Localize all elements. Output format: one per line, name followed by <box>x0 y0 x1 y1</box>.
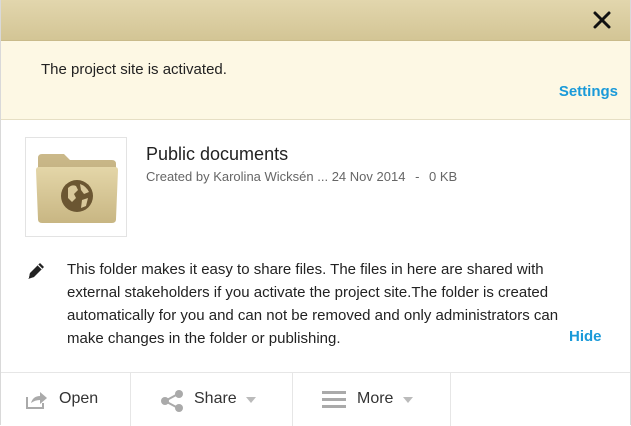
folder-globe-icon <box>36 154 118 223</box>
edit-description-button[interactable] <box>25 260 47 282</box>
more-label: More <box>357 390 394 407</box>
settings-link[interactable]: Settings <box>559 83 618 100</box>
folder-description: This folder makes it easy to share files… <box>67 261 559 347</box>
chevron-down-icon <box>403 397 413 403</box>
panel-header-bar <box>1 0 630 41</box>
menu-lines-icon <box>322 391 346 408</box>
open-button[interactable]: Open <box>1 373 131 426</box>
open-label: Open <box>59 390 99 407</box>
notice-message: The project site is activated. <box>41 61 227 78</box>
activation-notice: The project site is activated. Settings <box>1 41 630 120</box>
chevron-down-icon <box>246 397 256 403</box>
share-icon <box>161 390 183 412</box>
folder-thumbnail <box>25 137 127 237</box>
item-metadata: Created by Karolina Wicksén ... 24 Nov 2… <box>146 169 457 184</box>
item-title[interactable]: Public documents <box>146 144 288 165</box>
created-date: 24 Nov 2014 <box>331 169 406 184</box>
meta-separator: - <box>415 169 420 184</box>
close-icon <box>593 11 611 29</box>
more-button[interactable]: More <box>293 373 451 426</box>
item-size: 0 KB <box>429 169 458 184</box>
share-label: Share <box>194 390 237 407</box>
hide-description-link[interactable]: Hide <box>569 328 602 345</box>
open-arrow-icon <box>26 392 47 409</box>
action-bar: Open Share More <box>1 372 630 426</box>
created-by: Created by Karolina Wicksén ... <box>146 169 329 184</box>
close-button[interactable] <box>588 6 616 34</box>
document-detail-panel: The project site is activated. Settings <box>0 0 631 426</box>
pencil-icon <box>28 263 44 279</box>
share-button[interactable]: Share <box>131 373 293 426</box>
